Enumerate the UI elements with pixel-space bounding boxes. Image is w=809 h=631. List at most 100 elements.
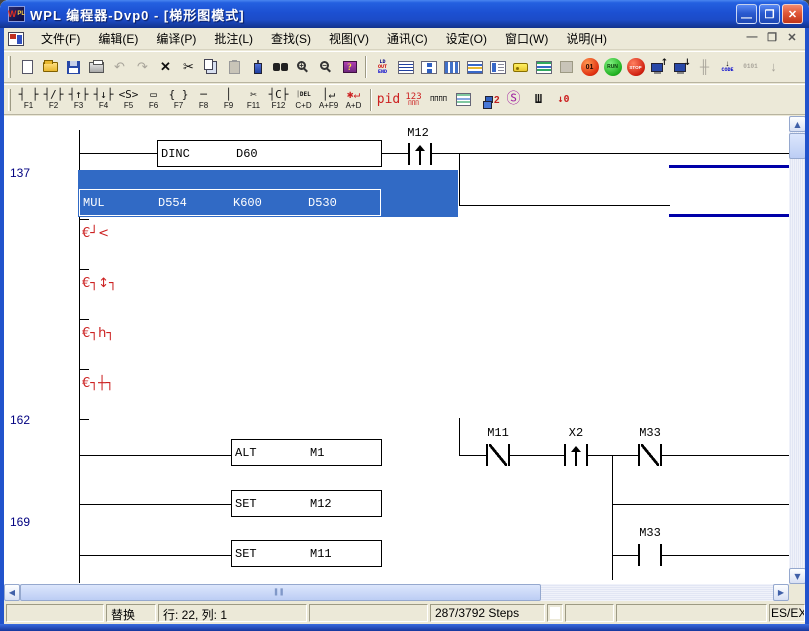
- menu-help[interactable]: 说明(H): [557, 28, 616, 49]
- scroll-up-button[interactable]: ▲: [789, 116, 806, 132]
- run-plc-button[interactable]: RUN: [601, 54, 624, 80]
- contact-nc-button[interactable]: ┤/├F2: [41, 86, 66, 113]
- insert-contact-button[interactable]: ╫: [693, 54, 716, 80]
- table-edit-button[interactable]: [451, 86, 476, 113]
- upload-button[interactable]: ↑: [647, 54, 670, 80]
- application-instruction-button[interactable]: { }F7: [166, 86, 191, 113]
- compile-code-button[interactable]: ↓CODE: [716, 54, 739, 80]
- monitor-grid-button[interactable]: [532, 54, 555, 80]
- maximize-button[interactable]: ❐: [759, 4, 780, 24]
- contact-m12-rising[interactable]: [408, 143, 432, 165]
- instruction-box-set-m12[interactable]: SET M12: [231, 490, 382, 517]
- contact-x2-rising[interactable]: [564, 444, 588, 466]
- child-restore-button[interactable]: ❐: [765, 31, 779, 44]
- hline-button[interactable]: ─F8: [191, 86, 216, 113]
- menu-window[interactable]: 窗口(W): [496, 28, 557, 49]
- delete-line-button[interactable]: ✂F11: [241, 86, 266, 113]
- vertical-scrollbar[interactable]: ▲ ▼: [789, 116, 806, 584]
- sfc-view-button[interactable]: [417, 54, 440, 80]
- transfer-button[interactable]: ↓: [762, 54, 785, 80]
- ladder-view-button[interactable]: [394, 54, 417, 80]
- dual-comm-button[interactable]: 2: [476, 86, 501, 113]
- ladder-canvas[interactable]: 137 162 169 DINC D60 M12 MUL D554 K600 D…: [4, 116, 789, 584]
- save-button[interactable]: [62, 54, 85, 80]
- device-list-icon: [490, 61, 506, 74]
- processor-button[interactable]: [555, 54, 578, 80]
- menu-comment[interactable]: 批注(L): [205, 28, 262, 49]
- simulator-01-button[interactable]: 01: [578, 54, 601, 80]
- contact-label-m12: M12: [405, 126, 431, 140]
- toolbar-grabber-2[interactable]: [8, 89, 11, 111]
- instruction-box-set-m11[interactable]: SET M11: [231, 540, 382, 567]
- paste-button[interactable]: [223, 54, 246, 80]
- instruction-box-dinc[interactable]: DINC D60: [157, 140, 382, 167]
- insert-row-button[interactable]: │↵A+F9: [316, 86, 341, 113]
- vline-button[interactable]: │F9: [216, 86, 241, 113]
- coil-button[interactable]: ▭F6: [141, 86, 166, 113]
- horizontal-scrollbar[interactable]: ◀ ▌▌ ▶: [4, 584, 789, 601]
- contact-falling-button[interactable]: ┤↓├F4: [91, 86, 116, 113]
- find-button[interactable]: [269, 54, 292, 80]
- scroll-right-button[interactable]: ▶: [773, 584, 789, 601]
- menu-compile[interactable]: 编译(P): [147, 28, 205, 49]
- new-file-button[interactable]: [16, 54, 39, 80]
- close-button[interactable]: ✕: [782, 4, 803, 24]
- menu-communication[interactable]: 通讯(C): [378, 28, 437, 49]
- vertical-scroll-thumb[interactable]: [789, 133, 806, 159]
- cut-button[interactable]: ✂: [177, 54, 200, 80]
- contact-m33-no[interactable]: [638, 544, 662, 566]
- instruction-box-alt[interactable]: ALT M1: [231, 439, 382, 466]
- device-list-button[interactable]: [486, 54, 509, 80]
- open-file-button[interactable]: [39, 54, 62, 80]
- delete-vline-button[interactable]: │DELC+D: [291, 86, 316, 113]
- step-button[interactable]: <S>F5: [116, 86, 141, 113]
- menu-options[interactable]: 设定(O): [437, 28, 496, 49]
- goto-zero-icon: ↓0: [557, 94, 569, 105]
- pulse-wave-button[interactable]: ΠΠΠΠ: [426, 86, 451, 113]
- redo-button[interactable]: ↷: [131, 54, 154, 80]
- contact-m33-nc[interactable]: [638, 444, 662, 466]
- pid-wizard-button[interactable]: pid: [376, 86, 401, 113]
- contact-no-button[interactable]: ┤ ├F1: [16, 86, 41, 113]
- menu-file[interactable]: 文件(F): [32, 28, 89, 49]
- document-icon[interactable]: [8, 32, 24, 46]
- s-monitor-button[interactable]: Ⓢ: [501, 86, 526, 113]
- delete-button[interactable]: ✕: [154, 54, 177, 80]
- selected-cell[interactable]: MUL D554 K600 D530: [78, 170, 458, 217]
- zoom-out-button[interactable]: −: [315, 54, 338, 80]
- zoom-in-icon: +: [297, 61, 306, 70]
- child-close-button[interactable]: ✕: [785, 31, 799, 44]
- print-button[interactable]: [85, 54, 108, 80]
- copy-button[interactable]: [200, 54, 223, 80]
- zoom-in-button[interactable]: +: [292, 54, 315, 80]
- red-mark-4: €┐┼┐: [82, 376, 114, 391]
- undo-button[interactable]: ↶: [108, 54, 131, 80]
- delete-row-button[interactable]: ✱↵A+D: [341, 86, 366, 113]
- minimize-button[interactable]: —: [736, 4, 757, 24]
- scroll-down-button[interactable]: ▼: [789, 568, 806, 584]
- help-button[interactable]: ?: [338, 54, 361, 80]
- menu-search[interactable]: 查找(S): [262, 28, 320, 49]
- comment-button[interactable]: [509, 54, 532, 80]
- ink-bottle-button[interactable]: [246, 54, 269, 80]
- download-button[interactable]: ↓: [670, 54, 693, 80]
- instruction-table-button[interactable]: [440, 54, 463, 80]
- instruction-list-button[interactable]: LDOUTEND: [371, 54, 394, 80]
- scroll-left-button[interactable]: ◀: [4, 584, 20, 601]
- instruction-box-mul[interactable]: MUL D554 K600 D530: [79, 189, 381, 216]
- menu-view[interactable]: 视图(V): [320, 28, 378, 49]
- binary-code-button[interactable]: 0101: [739, 54, 762, 80]
- child-minimize-button[interactable]: —: [745, 31, 759, 44]
- comb-tool-button[interactable]: Ш: [526, 86, 551, 113]
- contact-rising-button[interactable]: ┤↑├F3: [66, 86, 91, 113]
- menu-edit[interactable]: 编辑(E): [89, 28, 147, 49]
- ladder-table-button[interactable]: [463, 54, 486, 80]
- stop-plc-button[interactable]: STOP: [624, 54, 647, 80]
- status-empty-2: [309, 604, 428, 622]
- contact-m11-nc[interactable]: [486, 444, 510, 466]
- numeric-pulse-button[interactable]: 123ΠΠΠ: [401, 86, 426, 113]
- toolbar-grabber[interactable]: [8, 56, 11, 78]
- goto-zero-button[interactable]: ↓0: [551, 86, 576, 113]
- horizontal-scroll-thumb[interactable]: ▌▌: [20, 584, 541, 601]
- counter-contact-button[interactable]: ┤C├F12: [266, 86, 291, 113]
